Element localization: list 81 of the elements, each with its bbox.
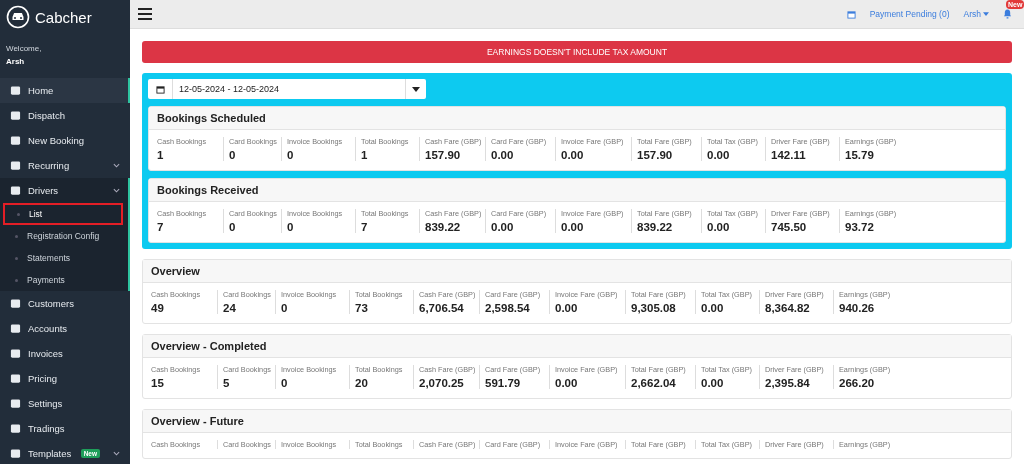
stat-value: 15.79 — [845, 149, 875, 161]
stat-value: 591.79 — [485, 377, 522, 389]
stat-value: 0 — [281, 302, 289, 314]
payment-pending-link[interactable]: Payment Pending (0) — [869, 9, 950, 19]
nav-item[interactable]: Dispatch — [0, 103, 128, 128]
welcome-text: Welcome, — [5, 43, 43, 53]
stat-value: 1 — [361, 149, 369, 161]
stat-value: 0.00 — [707, 221, 731, 233]
stat-value: 0.00 — [555, 377, 579, 389]
stat-value: 0 — [287, 149, 295, 161]
caret-icon — [412, 86, 420, 92]
chevron-icon — [113, 163, 120, 168]
nav-item[interactable]: Customers — [0, 291, 128, 316]
stat-value: 0.00 — [701, 377, 725, 389]
stat-value: 0 — [281, 377, 289, 389]
card-title: Bookings Scheduled — [149, 107, 1005, 130]
stat-value: 839.22 — [425, 221, 462, 233]
stat-value: 157.90 — [425, 149, 462, 161]
stat-value: 7 — [361, 221, 369, 233]
stat-value: 940.26 — [839, 302, 876, 314]
stat-value: 1 — [157, 149, 165, 161]
nav-item[interactable]: Recurring — [0, 153, 128, 178]
nav-item[interactable]: New Booking — [0, 128, 128, 153]
calendar-icon — [155, 84, 165, 94]
stat-value: 157.90 — [637, 149, 674, 161]
stat-value: 0.00 — [491, 221, 515, 233]
stat-value: 0.00 — [561, 149, 585, 161]
stat-value: 2,070.25 — [419, 377, 465, 389]
submenu-item[interactable]: List — [3, 203, 123, 225]
stat-value: 2,598.54 — [485, 302, 531, 314]
stat-value: 24 — [223, 302, 237, 314]
nav-item[interactable]: Invoices — [0, 341, 128, 366]
stat-value: 9,305.08 — [631, 302, 677, 314]
stat-value: 5 — [223, 377, 231, 389]
stat-value: 93.72 — [845, 221, 875, 233]
stat-value: 142.11 — [771, 149, 807, 161]
alert-banner: EARNINGS DOESN'T INCLUDE TAX AMOUNT — [142, 41, 1012, 63]
stat-value: 0.00 — [701, 302, 725, 314]
stat-value: 266.20 — [839, 377, 876, 389]
brand-name: Cabcher — [35, 8, 92, 26]
stat-value: 73 — [355, 302, 369, 314]
stat-value: 0.00 — [491, 149, 515, 161]
stat-value: 0.00 — [707, 149, 731, 161]
card-title: Overview - Future — [143, 410, 1011, 433]
stat-value: 15 — [151, 377, 165, 389]
stat-value: 839.22 — [637, 221, 674, 233]
car-logo-icon — [6, 5, 30, 29]
stat-value: 0 — [229, 221, 237, 233]
calendar-icon[interactable] — [846, 9, 856, 19]
card-title: Overview — [143, 260, 1011, 283]
date-range-field[interactable]: 12-05-2024 - 12-05-2024 — [148, 79, 426, 99]
card-title: Bookings Received — [149, 179, 1005, 202]
nav-item[interactable]: Drivers — [0, 178, 128, 203]
stat-value: 49 — [151, 302, 165, 314]
stat-value: 745.50 — [771, 221, 808, 233]
stat-value: 7 — [157, 221, 165, 233]
user-menu[interactable]: Arsh — [963, 9, 981, 19]
nav-item[interactable]: Accounts — [0, 316, 128, 341]
card-title: Overview - Completed — [143, 335, 1011, 358]
stat-value: 6,706.54 — [419, 302, 465, 314]
nav-item[interactable]: Settings — [0, 391, 128, 416]
stat-value: 0.00 — [561, 221, 585, 233]
submenu-item[interactable]: Payments — [3, 269, 123, 291]
chevron-icon — [113, 188, 120, 193]
menu-icon[interactable] — [138, 8, 152, 20]
stat-value: 2,662.04 — [631, 377, 677, 389]
user-name: Arsh — [5, 56, 26, 66]
caret-icon[interactable] — [983, 12, 989, 16]
nav-item[interactable]: Home — [0, 78, 130, 103]
submenu-item[interactable]: Registration Config — [3, 225, 123, 247]
stat-value: 0 — [229, 149, 237, 161]
chevron-icon — [113, 451, 120, 456]
nav-item[interactable]: Tradings — [0, 416, 128, 441]
stat-value: 0 — [287, 221, 295, 233]
stat-value: 0.00 — [555, 302, 579, 314]
stat-value: 2,395.84 — [765, 377, 811, 389]
nav-item[interactable]: Pricing — [0, 366, 128, 391]
bell-icon[interactable] — [1003, 9, 1012, 19]
submenu-item[interactable]: Statements — [3, 247, 123, 269]
stat-value: 20 — [355, 377, 369, 389]
stat-value: 8,364.82 — [765, 302, 811, 314]
